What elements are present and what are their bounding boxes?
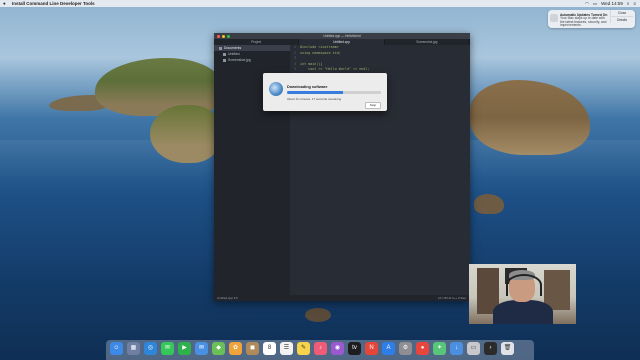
software-update-icon xyxy=(269,82,283,96)
search-icon[interactable]: ⌕ xyxy=(627,0,630,7)
editor-status-bar: Untitled.cpp 3:6 LF UTF-8 C++ 0 files xyxy=(214,295,470,301)
tree-root-label: Documents xyxy=(224,46,242,50)
menu-app-name[interactable]: Install Command Line Developer Tools xyxy=(12,0,95,7)
mail-icon[interactable]: ✉ xyxy=(195,342,208,355)
stop-button[interactable]: Stop xyxy=(365,102,381,109)
code-line: 5 cout << "Hello World" << endl; xyxy=(294,67,470,73)
notification-close-button[interactable]: Close xyxy=(610,10,633,17)
download-progress-bar xyxy=(287,91,381,94)
folder-icon xyxy=(219,46,222,50)
menu-clock[interactable]: Wed 14:59 xyxy=(601,0,623,7)
contacts-icon[interactable]: ◼ xyxy=(246,342,259,355)
island-right xyxy=(470,80,590,155)
webcam-person-body xyxy=(493,300,553,324)
line-number: 5 xyxy=(294,67,297,71)
finder-window-icon[interactable]: ▭ xyxy=(467,342,480,355)
code-text: using namespace std; xyxy=(300,50,341,55)
safari-icon[interactable]: ◎ xyxy=(144,342,157,355)
calendar-icon[interactable]: 8 xyxy=(263,342,276,355)
webcam-overlay xyxy=(469,264,576,324)
music-icon[interactable]: ♪ xyxy=(314,342,327,355)
code-text: #include <iostream> xyxy=(300,45,339,49)
editor-titlebar[interactable]: Untitled.cpp — HelloWorld xyxy=(214,33,470,39)
finder-icon[interactable]: ☺ xyxy=(110,342,123,355)
menu-bar: ● Install Command Line Developer Tools ◠… xyxy=(0,0,640,7)
close-window-icon[interactable] xyxy=(217,34,220,38)
rock-right xyxy=(474,194,504,214)
notification-body: Your Mac stays up to date with the lates… xyxy=(560,16,607,28)
dock: ☺ ▦ ◎ ✉ ▶ ✉ ◆ ✿ ◼ 8 ☰ ✎ ♪ ◉ tv N A ⚙ ● ✦ ↓ ▭ › 🗑 xyxy=(106,340,534,360)
island-left-cliff xyxy=(150,105,220,163)
headset-icon xyxy=(506,274,542,296)
file-icon xyxy=(223,52,226,56)
photos-icon[interactable]: ✿ xyxy=(229,342,242,355)
progress-fill xyxy=(287,91,344,94)
menu-status-area: ◠ ▭ Wed 14:59 ⌕ ≡ xyxy=(585,0,636,7)
tree-item-label: Untitled xyxy=(228,52,240,56)
minimize-window-icon[interactable] xyxy=(222,34,225,38)
messages-icon[interactable]: ✉ xyxy=(161,342,174,355)
rock-bottom xyxy=(305,308,331,322)
dialog-title: Downloading software xyxy=(287,85,328,89)
launchpad-icon[interactable]: ▦ xyxy=(127,342,140,355)
status-file-position[interactable]: Untitled.cpp 3:6 xyxy=(217,295,238,301)
time-remaining-label: About 11 minutes, 17 seconds remaining xyxy=(287,97,342,101)
battery-icon[interactable]: ▭ xyxy=(593,0,597,7)
appstore-icon[interactable]: A xyxy=(382,342,395,355)
code-text: int main(){ xyxy=(300,61,323,66)
atom-icon[interactable]: ✦ xyxy=(433,342,446,355)
notification-center-icon[interactable]: ≡ xyxy=(633,0,636,7)
reminders-icon[interactable]: ☰ xyxy=(280,342,293,355)
tv-icon[interactable]: tv xyxy=(348,342,361,355)
tree-item-screenshot[interactable]: Screenshot.jpg xyxy=(214,57,290,63)
notes-icon[interactable]: ✎ xyxy=(297,342,310,355)
apple-menu-icon[interactable]: ● xyxy=(3,0,6,7)
image-file-icon xyxy=(223,58,226,62)
tree-item-label: Screenshot.jpg xyxy=(228,58,251,62)
facetime-icon[interactable]: ▶ xyxy=(178,342,191,355)
downloads-icon[interactable]: ↓ xyxy=(450,342,463,355)
status-encoding[interactable]: LF UTF-8 C++ 0 files xyxy=(438,295,466,301)
wifi-icon[interactable]: ◠ xyxy=(585,0,589,7)
chrome-icon[interactable]: ● xyxy=(416,342,429,355)
maps-icon[interactable]: ◆ xyxy=(212,342,225,355)
notification-banner[interactable]: Automatic Updates Turned On Your Mac sta… xyxy=(548,10,635,28)
podcasts-icon[interactable]: ◉ xyxy=(331,342,344,355)
dock-icons: ☺ ▦ ◎ ✉ ▶ ✉ ◆ ✿ ◼ 8 ☰ ✎ ♪ ◉ tv N A ⚙ ● ✦ ↓ ▭ › 🗑 xyxy=(110,342,514,355)
settings-app-icon xyxy=(550,14,558,22)
terminal-icon[interactable]: › xyxy=(484,342,497,355)
news-icon[interactable]: N xyxy=(365,342,378,355)
trash-icon[interactable]: 🗑 xyxy=(501,342,514,355)
install-progress-dialog: Downloading software About 11 minutes, 1… xyxy=(263,73,387,111)
code-text: cout << "Hello World" << endl; xyxy=(300,67,370,71)
notification-details-button[interactable]: Details xyxy=(610,17,633,23)
zoom-window-icon[interactable] xyxy=(227,34,230,38)
settings-icon[interactable]: ⚙ xyxy=(399,342,412,355)
editor-window-title: Untitled.cpp — HelloWorld xyxy=(323,34,361,38)
